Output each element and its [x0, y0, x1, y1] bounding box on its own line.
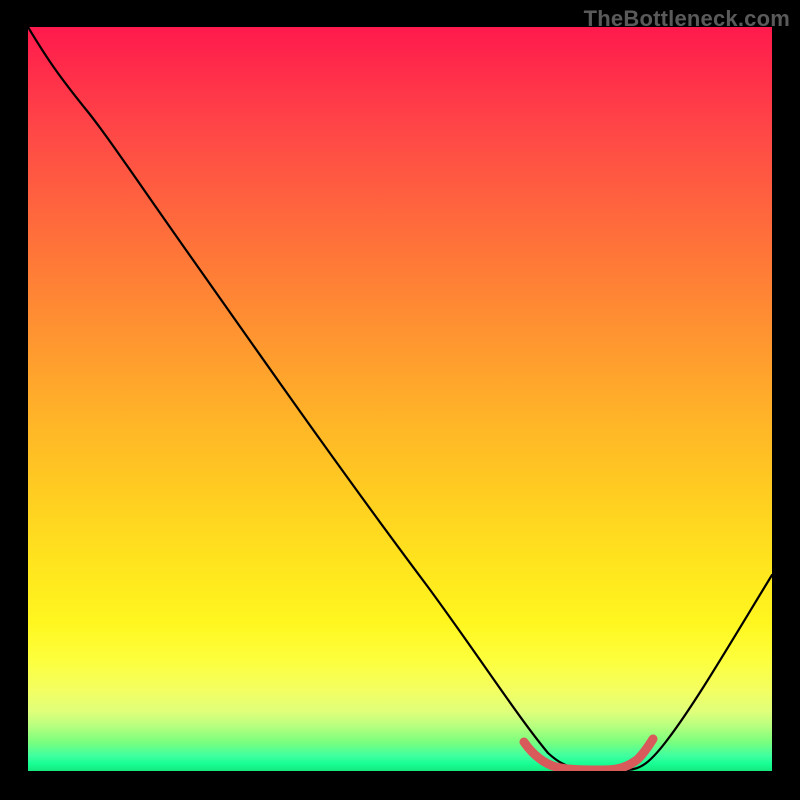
valley-highlight	[524, 739, 653, 770]
plot-area	[28, 27, 772, 771]
watermark-text: TheBottleneck.com	[584, 6, 790, 32]
curve-layer	[28, 27, 772, 771]
main-curve	[28, 27, 772, 770]
chart-frame: TheBottleneck.com	[0, 0, 800, 800]
